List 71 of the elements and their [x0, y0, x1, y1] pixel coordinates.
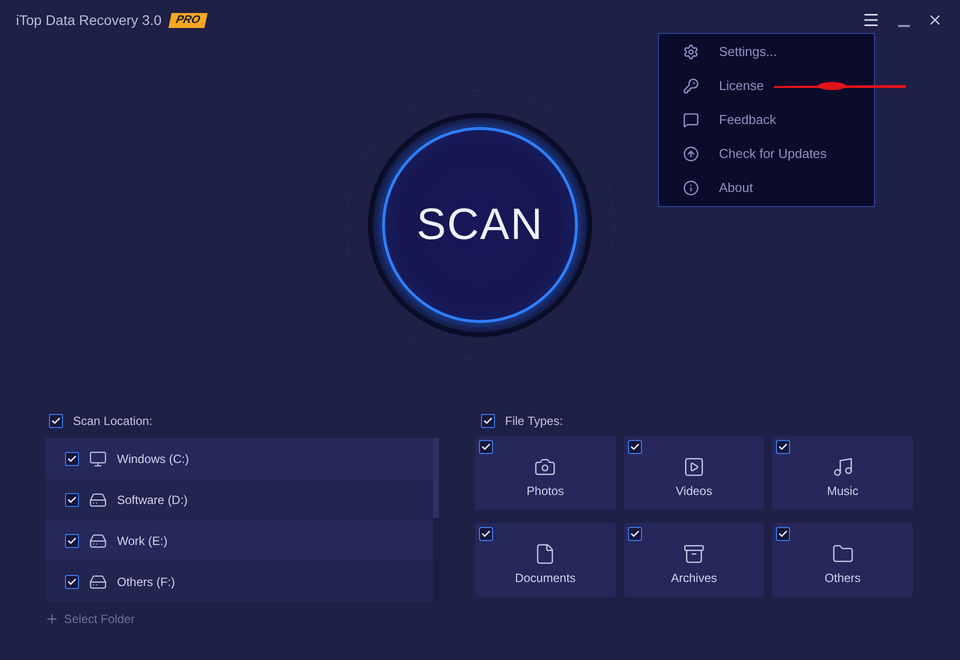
drive-row[interactable]: Work (E:)	[45, 520, 433, 561]
checkbox[interactable]	[481, 414, 495, 428]
drive-row[interactable]: Windows (C:)	[45, 438, 433, 479]
checkbox[interactable]	[65, 574, 79, 588]
checkbox[interactable]	[628, 527, 642, 541]
archive-box-icon	[682, 543, 705, 565]
check-mark-icon	[483, 416, 493, 426]
menu-item[interactable]: Feedback	[659, 103, 874, 137]
file-type-label: Documents	[514, 570, 576, 587]
drive-icon	[89, 532, 107, 550]
key-icon	[683, 78, 699, 94]
check-mark-icon	[67, 454, 77, 464]
speech-bubble-icon	[683, 112, 699, 128]
check-mark-icon	[67, 536, 77, 546]
check-mark-icon	[481, 529, 491, 539]
camera-icon	[534, 456, 556, 478]
check-mark-icon	[67, 494, 77, 504]
file-type-label: Music	[826, 483, 858, 500]
menu-item[interactable]: License	[659, 69, 874, 103]
checkbox[interactable]	[65, 534, 79, 548]
menu-icon	[862, 11, 880, 29]
drive-label: Work (E:)	[117, 532, 168, 550]
drive-label: Others (F:)	[117, 574, 176, 590]
checkbox[interactable]	[479, 440, 493, 454]
checkbox[interactable]	[628, 440, 642, 454]
music-note-icon	[832, 456, 854, 478]
checkbox[interactable]	[49, 414, 63, 428]
menu-item[interactable]: Check for Updates	[659, 137, 874, 171]
check-mark-icon	[630, 529, 640, 539]
pro-badge: PRO	[168, 12, 207, 28]
check-mark-icon	[778, 529, 788, 539]
drive-row[interactable]: Software (D:)	[45, 479, 433, 520]
file-type-label: Videos	[676, 483, 712, 500]
drive-label: Windows (C:)	[117, 450, 190, 468]
file-type-card[interactable]: Music	[772, 436, 913, 510]
check-mark-icon	[630, 442, 640, 452]
window-title: iTop Data Recovery 3.0	[16, 10, 162, 30]
check-mark-icon	[778, 442, 788, 452]
check-mark-icon	[481, 442, 491, 452]
drive-label: Software (D:)	[117, 492, 188, 508]
menu-item[interactable]: Settings...	[659, 35, 874, 69]
checkbox[interactable]	[776, 527, 790, 541]
checkbox[interactable]	[479, 527, 493, 541]
folder-icon	[832, 543, 854, 565]
menu-item[interactable]: About	[659, 171, 874, 205]
section-label: Scan Location:	[73, 413, 152, 430]
play-icon	[682, 456, 705, 478]
check-mark-icon	[67, 576, 77, 586]
settings-icon	[683, 44, 699, 60]
file-type-card[interactable]: Documents	[475, 523, 616, 597]
drive-row[interactable]: Others (F:)	[45, 561, 433, 602]
checkbox[interactable]	[65, 452, 79, 466]
file-type-label: Others	[824, 570, 861, 587]
minimize-icon	[898, 25, 910, 27]
drive-icon	[89, 572, 107, 590]
info-icon	[683, 180, 699, 196]
scrollbar-thumb[interactable]	[433, 438, 439, 518]
system-drive-icon	[89, 450, 107, 468]
file-type-card[interactable]: Others	[772, 523, 913, 597]
check-mark-icon	[51, 416, 61, 426]
checkbox[interactable]	[65, 492, 79, 506]
checkbox[interactable]	[776, 440, 790, 454]
section-label: File Types:	[505, 413, 563, 430]
plus-icon	[45, 612, 59, 626]
file-type-card[interactable]: Photos	[475, 436, 616, 510]
up-arrow-circle-icon	[683, 146, 699, 162]
file-type-card[interactable]: Archives	[624, 523, 764, 597]
drive-icon	[89, 490, 107, 508]
file-type-label: Photos	[526, 483, 564, 500]
file-type-card[interactable]: Videos	[624, 436, 764, 510]
file-type-label: Archives	[670, 570, 717, 587]
